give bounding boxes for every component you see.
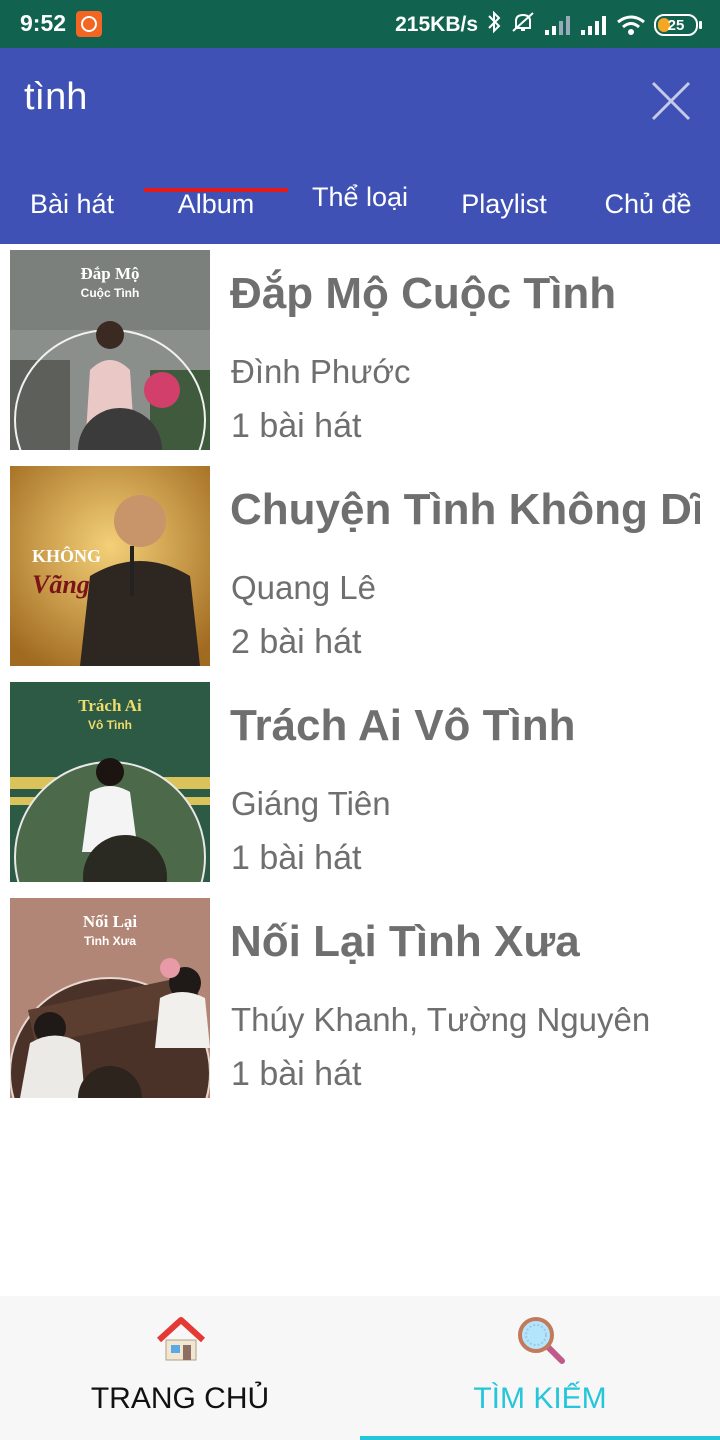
cover-title: Nối Lại bbox=[82, 912, 138, 931]
status-time: 9:52 bbox=[20, 10, 67, 36]
album-artist: Thúy Khanh, Tường Nguyên bbox=[231, 1001, 651, 1038]
tab-genre[interactable]: Thể loại bbox=[288, 164, 432, 244]
album-cover: Trách Ai Vô Tình bbox=[10, 682, 210, 882]
list-item[interactable]: Nối Lại Tình Xưa Nối Lại Tình Xưa Thúy K… bbox=[0, 892, 720, 1098]
tab-album[interactable]: Album bbox=[144, 164, 288, 244]
tab-label: Bài hát bbox=[29, 188, 115, 219]
album-title: Đắp Mộ Cuộc Tình bbox=[230, 269, 617, 318]
list-item[interactable]: Đắp Mộ Cuộc Tình Đắp Mộ Cuộc Tình Đình P… bbox=[0, 244, 720, 450]
cover-title: KHÔNG bbox=[32, 546, 102, 566]
album-artist: Giáng Tiên bbox=[231, 785, 391, 822]
bluetooth-icon bbox=[486, 10, 502, 40]
battery-icon: 25 bbox=[654, 14, 702, 36]
app-notification-icon bbox=[76, 11, 102, 37]
album-artist: Đình Phước bbox=[231, 353, 411, 390]
alarm-off-icon bbox=[510, 10, 536, 40]
album-title: Trách Ai Vô Tình bbox=[230, 701, 576, 750]
home-icon bbox=[155, 1314, 207, 1366]
album-cover: KHÔNG Vãng bbox=[10, 466, 210, 666]
cover-title: Trách Ai bbox=[78, 696, 142, 715]
signal-icon bbox=[580, 14, 608, 36]
album-cover: Nối Lại Tình Xưa bbox=[10, 898, 210, 1098]
tab-label: Album bbox=[177, 188, 255, 219]
cover-subtitle: Vô Tình bbox=[88, 718, 132, 732]
album-song-count: 1 bài hát bbox=[231, 839, 362, 877]
album-song-count: 2 bài hát bbox=[231, 623, 362, 661]
album-song-count: 1 bài hát bbox=[231, 1055, 362, 1093]
album-artist: Quang Lê bbox=[231, 569, 376, 606]
cover-subtitle: Cuộc Tình bbox=[80, 286, 140, 300]
nav-active-indicator bbox=[360, 1436, 720, 1440]
tab-topic[interactable]: Chủ đề bbox=[576, 164, 720, 244]
tab-bar: Bài hát Album Thể loại Playlist Chủ đề bbox=[0, 164, 720, 244]
album-title: Chuyện Tình Không Dĩ Vãng bbox=[230, 485, 700, 534]
album-song-count: 1 bài hát bbox=[231, 407, 362, 445]
cover-title: Đắp Mộ bbox=[80, 264, 140, 283]
network-speed: 215KB/s bbox=[395, 13, 478, 36]
app-bar: Bài hát Album Thể loại Playlist Chủ đề bbox=[0, 48, 720, 244]
signal-icon bbox=[544, 14, 572, 36]
battery-level: 25 bbox=[667, 16, 685, 34]
cover-subtitle: Tình Xưa bbox=[83, 934, 137, 948]
list-item[interactable]: KHÔNG Vãng Chuyện Tình Không Dĩ Vãng Qua… bbox=[0, 460, 720, 666]
nav-home[interactable]: TRANG CHỦ bbox=[0, 1296, 360, 1440]
cover-subtitle: Vãng bbox=[32, 570, 90, 599]
nav-label: TRANG CHỦ bbox=[90, 1382, 270, 1415]
album-title: Nối Lại Tình Xưa bbox=[230, 917, 580, 966]
tab-label: Playlist bbox=[461, 188, 547, 219]
tab-label: Chủ đề bbox=[604, 188, 692, 219]
status-bar: 9:52 215KB/s 25 bbox=[0, 0, 720, 48]
nav-label: TÌM KIẾM bbox=[473, 1382, 607, 1415]
search-input[interactable] bbox=[24, 76, 584, 119]
tab-indicator bbox=[144, 188, 288, 192]
album-cover: Đắp Mộ Cuộc Tình bbox=[10, 250, 210, 450]
tab-playlist[interactable]: Playlist bbox=[432, 164, 576, 244]
nav-search[interactable]: TÌM KIẾM bbox=[360, 1296, 720, 1440]
bottom-navigation: TRANG CHỦ TÌM KIẾM bbox=[0, 1296, 720, 1440]
magnifier-icon bbox=[515, 1314, 567, 1366]
tab-label: Thể loại bbox=[311, 182, 409, 212]
close-icon[interactable] bbox=[648, 78, 694, 124]
wifi-icon bbox=[616, 14, 646, 36]
tab-songs[interactable]: Bài hát bbox=[0, 164, 144, 244]
list-item[interactable]: Trách Ai Vô Tình Trách Ai Vô Tình Giáng … bbox=[0, 676, 720, 882]
